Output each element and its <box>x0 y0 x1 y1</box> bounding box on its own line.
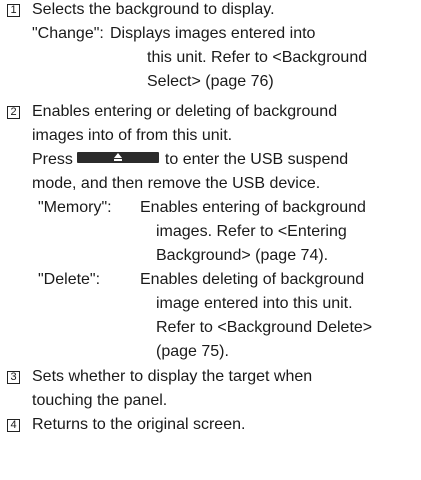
option-key-delete: "Delete": <box>38 271 101 288</box>
item-number-badge: 1 <box>7 4 20 17</box>
item-description: Returns to the original screen. <box>32 416 246 433</box>
press-suffix: to enter the USB suspend <box>164 151 349 168</box>
option-text: image entered into this unit. <box>156 295 353 312</box>
item-number-badge: 2 <box>7 106 20 119</box>
item-number-badge: 4 <box>7 419 20 432</box>
item-description: images into of from this unit. <box>32 127 233 144</box>
item-description: Sets whether to display the target when <box>32 368 313 385</box>
item-description: touching the panel. <box>32 392 168 409</box>
manual-page: 1 Selects the background to display. "Ch… <box>0 0 421 480</box>
option-key-change: "Change": <box>32 25 104 42</box>
option-text: Select> (page 76) <box>147 73 274 90</box>
option-text: this unit. Refer to <Background <box>147 49 368 66</box>
option-text: Background> (page 74). <box>156 247 329 264</box>
option-text: (page 75). <box>156 343 229 360</box>
item-number-badge: 3 <box>7 371 20 384</box>
press-instruction-continued: mode, and then remove the USB device. <box>32 175 321 192</box>
option-text: Enables deleting of background <box>140 271 365 288</box>
press-instruction: Press to enter the USB suspend <box>32 150 348 170</box>
option-text: Enables entering of background <box>140 199 366 216</box>
press-prefix: Press <box>32 151 73 168</box>
option-text: Refer to <Background Delete> <box>156 319 373 336</box>
option-text: Displays images entered into <box>110 25 316 42</box>
eject-icon <box>76 152 159 163</box>
option-text: images. Refer to <Entering <box>156 223 347 240</box>
option-key-memory: "Memory": <box>38 199 112 216</box>
item-description: Selects the background to display. <box>32 1 275 18</box>
item-description: Enables entering or deleting of backgrou… <box>32 103 338 120</box>
